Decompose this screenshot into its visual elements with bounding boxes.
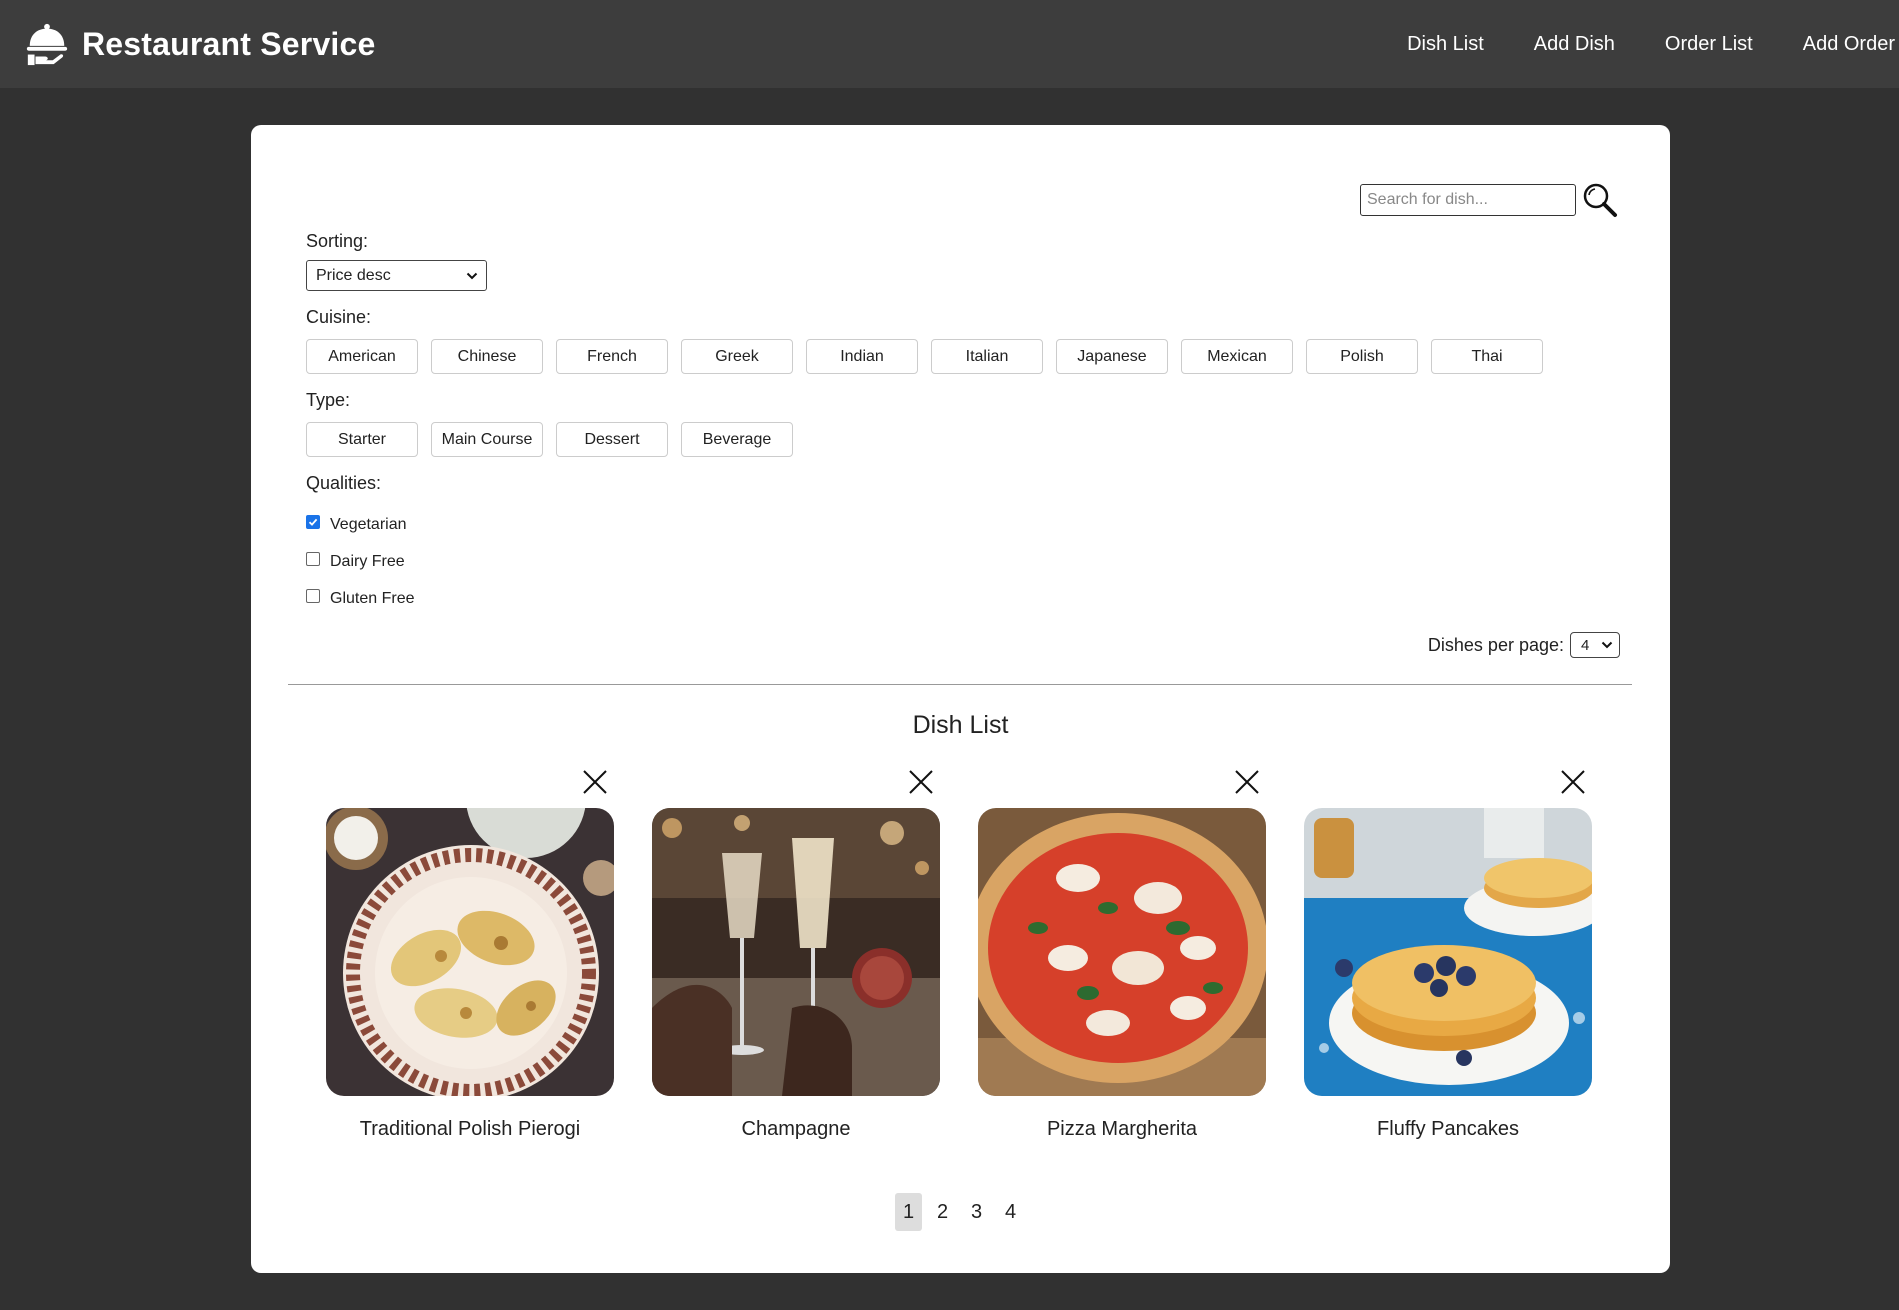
cuisine-chip-mexican[interactable]: Mexican <box>1181 339 1293 374</box>
qualities-label: Qualities: <box>306 473 382 493</box>
cuisine-chip-chinese[interactable]: Chinese <box>431 339 543 374</box>
per-page-value: 4 <box>1581 636 1590 654</box>
close-icon[interactable] <box>581 768 609 796</box>
cuisine-chip-indian[interactable]: Indian <box>806 339 918 374</box>
type-chip-dessert[interactable]: Dessert <box>556 422 668 457</box>
brand[interactable]: Restaurant Service <box>24 21 376 67</box>
quality-label: Vegetarian <box>330 515 407 533</box>
dish-name[interactable]: Champagne <box>632 1118 960 1141</box>
quality-label: Gluten Free <box>330 589 415 607</box>
cuisine-chip-thai[interactable]: Thai <box>1431 339 1543 374</box>
sorting-select[interactable]: Price desc <box>306 260 487 291</box>
quality-label: Dairy Free <box>330 552 405 570</box>
app-title: Restaurant Service <box>82 25 376 62</box>
search-input[interactable] <box>1360 184 1576 216</box>
dairy-free-checkbox[interactable] <box>306 552 320 566</box>
search-bar <box>1360 182 1618 218</box>
pierogi-photo <box>326 808 614 1096</box>
cuisine-chip-french[interactable]: French <box>556 339 668 374</box>
close-icon[interactable] <box>1559 768 1587 796</box>
per-page-select[interactable]: 4 <box>1570 632 1620 658</box>
dish-image-pierogi[interactable] <box>326 808 614 1096</box>
main-nav: Dish List Add Dish Order List Add Order <box>1357 0 1899 88</box>
dish-panel: Sorting: Price desc Cuisine: American Ch… <box>251 125 1670 1273</box>
top-bar: Restaurant Service Dish List Add Dish Or… <box>0 0 1899 88</box>
champagne-photo <box>652 808 940 1096</box>
cuisine-chips: American Chinese French Greek Indian Ita… <box>306 339 1556 374</box>
sorting-value: Price desc <box>316 266 391 284</box>
qualities-list: Vegetarian Dairy Free Gluten Free <box>306 506 1556 617</box>
cuisine-chip-american[interactable]: American <box>306 339 418 374</box>
vegetarian-checkbox[interactable] <box>306 515 320 529</box>
cuisine-chip-italian[interactable]: Italian <box>931 339 1043 374</box>
type-chip-starter[interactable]: Starter <box>306 422 418 457</box>
nav-dish-list[interactable]: Dish List <box>1407 33 1484 56</box>
dish-image-champagne[interactable] <box>652 808 940 1096</box>
page-1-button[interactable]: 1 <box>895 1193 922 1231</box>
search-icon[interactable] <box>1582 182 1618 218</box>
nav-add-dish[interactable]: Add Dish <box>1534 33 1615 56</box>
pizza-photo <box>978 808 1266 1096</box>
type-chip-beverage[interactable]: Beverage <box>681 422 793 457</box>
dish-name[interactable]: Pizza Margherita <box>958 1118 1286 1141</box>
chevron-down-icon <box>466 272 478 279</box>
sorting-label: Sorting: <box>306 231 369 251</box>
per-page-label: Dishes per page: <box>1427 634 1564 655</box>
close-icon[interactable] <box>1233 768 1261 796</box>
filters: Sorting: Price desc Cuisine: American Ch… <box>306 231 1556 617</box>
chevron-down-icon <box>1601 641 1613 649</box>
pagination: 1 2 3 4 <box>895 1193 1031 1231</box>
quality-dairy-free[interactable]: Dairy Free <box>306 543 1556 580</box>
cuisine-label: Cuisine: <box>306 307 372 327</box>
quality-gluten-free[interactable]: Gluten Free <box>306 580 1556 617</box>
pancakes-photo <box>1304 808 1592 1096</box>
type-chip-main-course[interactable]: Main Course <box>431 422 543 457</box>
type-label: Type: <box>306 390 351 410</box>
dish-name[interactable]: Fluffy Pancakes <box>1284 1118 1612 1141</box>
page-4-button[interactable]: 4 <box>997 1193 1024 1231</box>
checkmark-icon <box>308 518 318 526</box>
dish-list-title: Dish List <box>912 711 1009 739</box>
cuisine-chip-greek[interactable]: Greek <box>681 339 793 374</box>
page-3-button[interactable]: 3 <box>963 1193 990 1231</box>
gluten-free-checkbox[interactable] <box>306 589 320 603</box>
close-icon[interactable] <box>907 768 935 796</box>
nav-order-list[interactable]: Order List <box>1665 33 1753 56</box>
dish-image-pizza[interactable] <box>978 808 1266 1096</box>
type-chips: Starter Main Course Dessert Beverage <box>306 422 1556 457</box>
cuisine-chip-japanese[interactable]: Japanese <box>1056 339 1168 374</box>
cloche-serving-icon <box>26 23 68 66</box>
cuisine-chip-polish[interactable]: Polish <box>1306 339 1418 374</box>
dish-image-pancakes[interactable] <box>1304 808 1592 1096</box>
dishes-per-page: Dishes per page: 4 <box>1428 632 1620 658</box>
divider <box>288 684 1632 685</box>
quality-vegetarian[interactable]: Vegetarian <box>306 506 1556 543</box>
page-2-button[interactable]: 2 <box>929 1193 956 1231</box>
dish-name[interactable]: Traditional Polish Pierogi <box>306 1118 634 1141</box>
nav-add-order[interactable]: Add Order <box>1803 33 1895 56</box>
